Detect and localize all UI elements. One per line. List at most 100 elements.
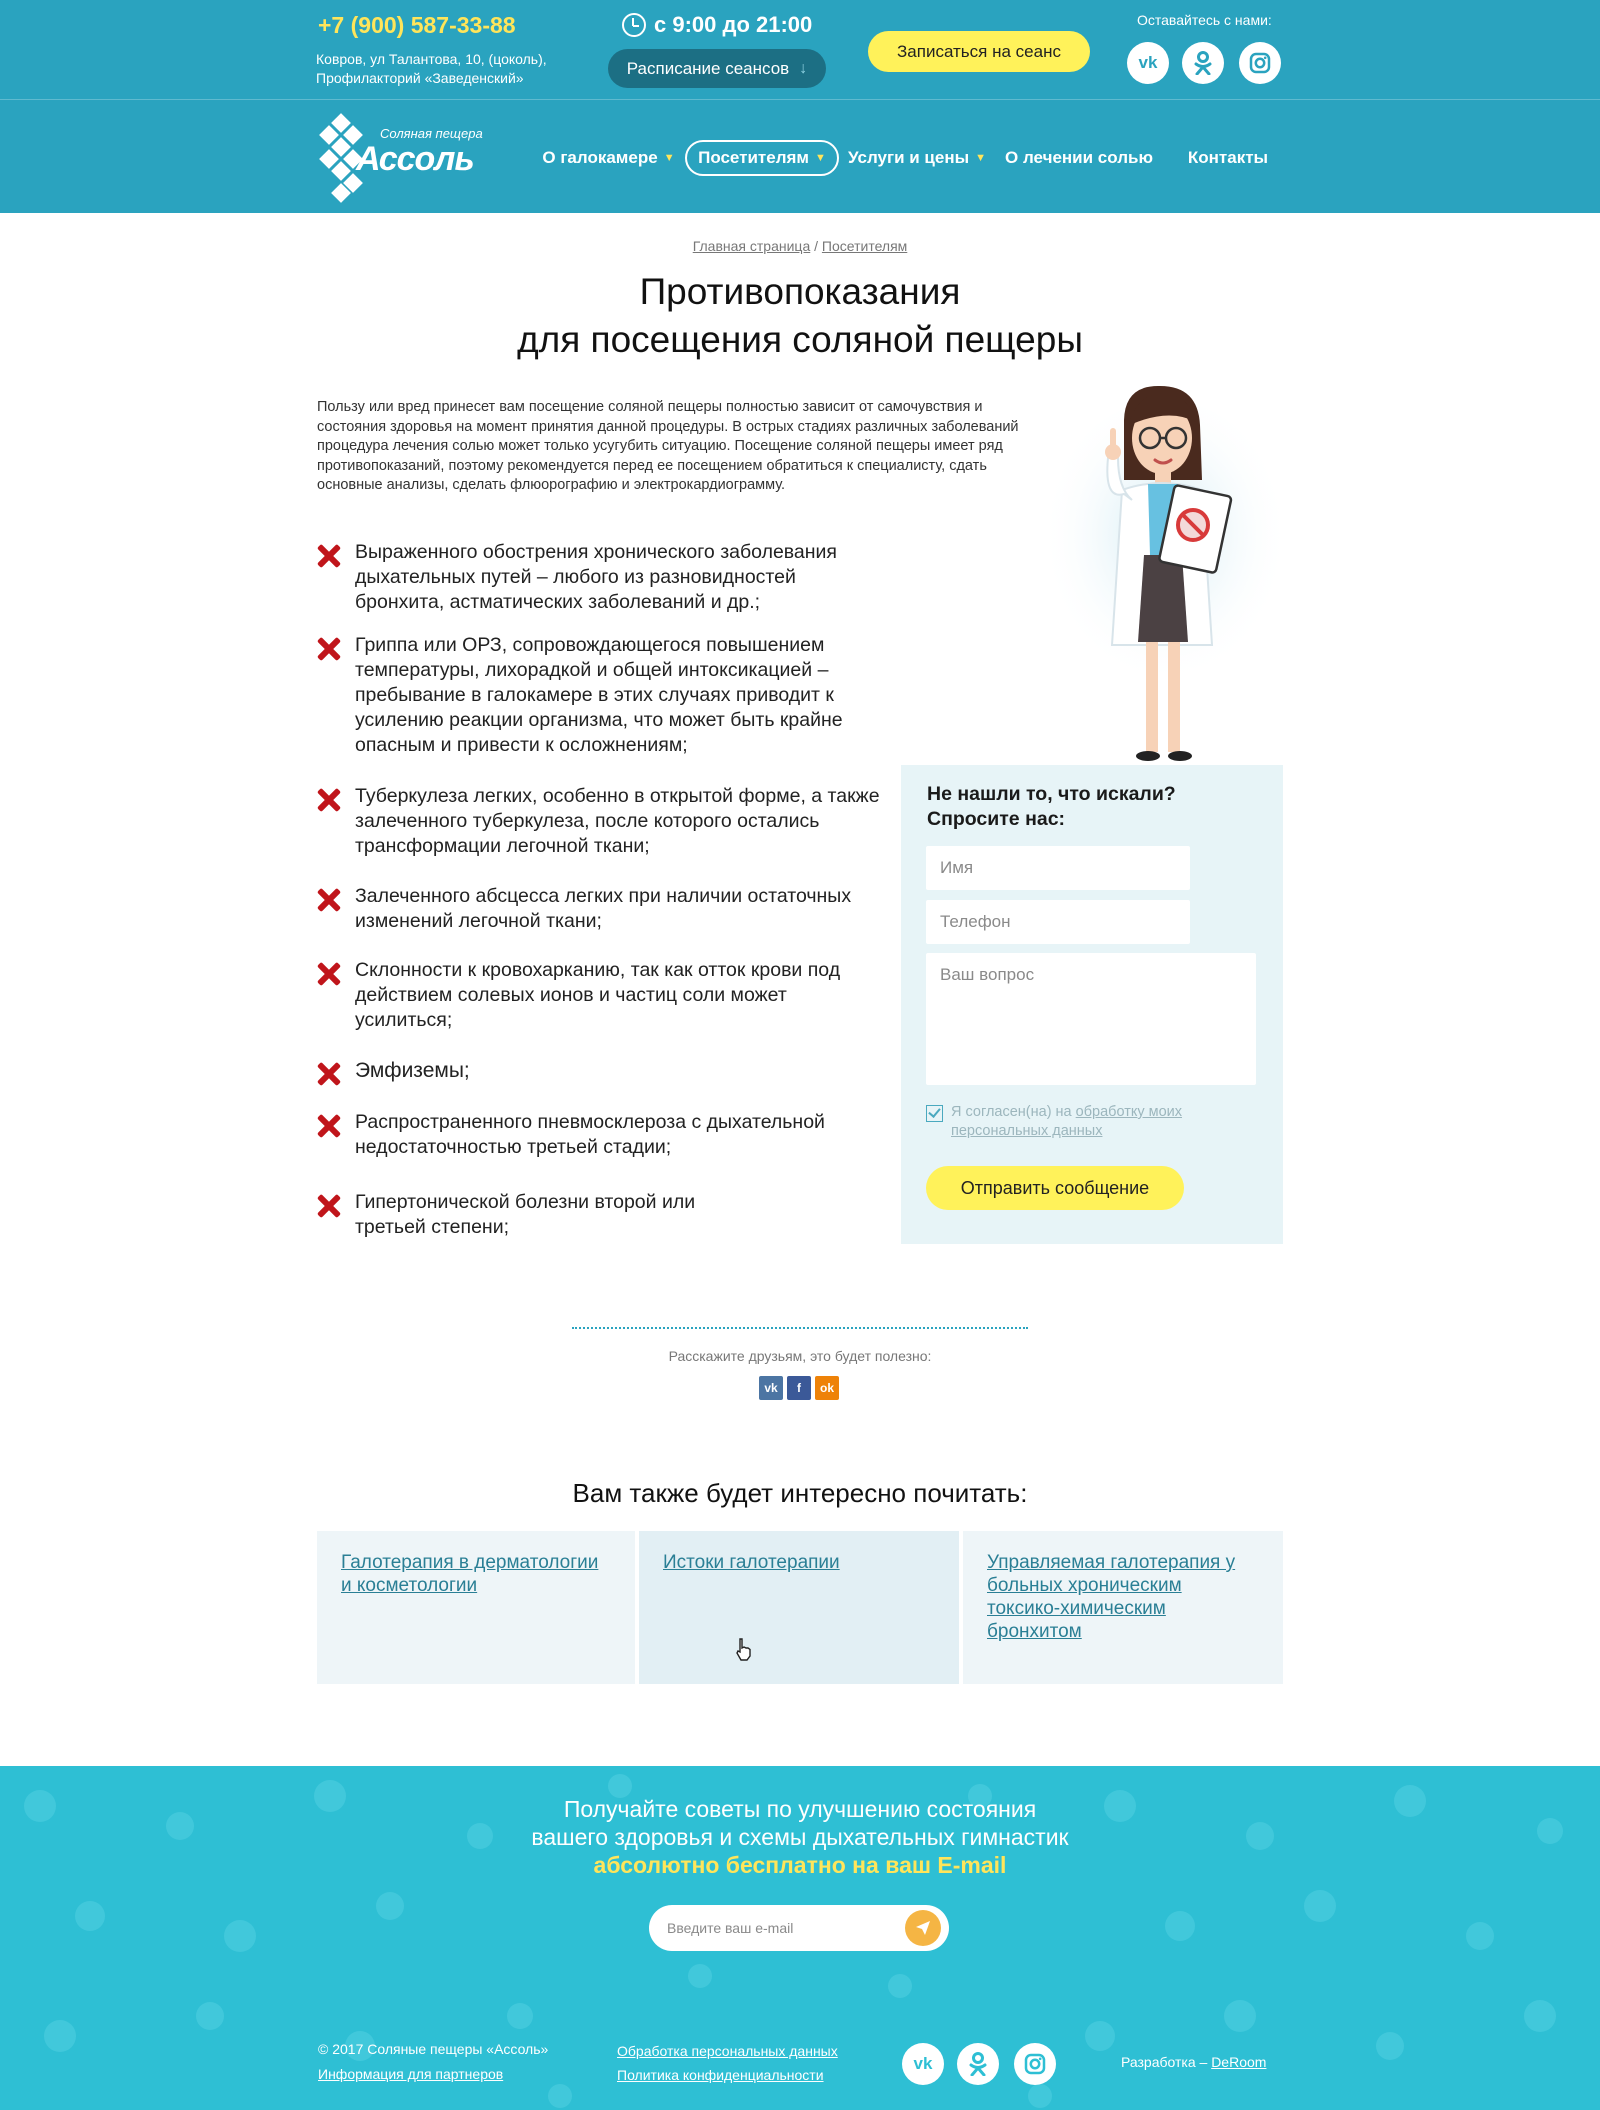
caret-down-icon: ▼ — [663, 152, 675, 164]
vk-icon[interactable]: vk — [1127, 42, 1169, 84]
hours-text: с 9:00 до 21:00 — [654, 12, 813, 37]
nav-item-halochamber[interactable]: О галокамере ▼ — [541, 140, 676, 176]
list-item: Гриппа или ОРЗ, сопровождающегося повыше… — [317, 633, 887, 758]
caret-down-icon: ▼ — [975, 152, 986, 164]
subscribe-line2: вашего здоровья и схемы дыхательных гимн… — [531, 1824, 1069, 1850]
cross-icon — [317, 888, 341, 912]
nav-item-visitors[interactable]: Посетителям ▼ — [685, 140, 839, 176]
nav-label: Услуги и цены — [848, 148, 970, 167]
cross-icon — [317, 1114, 341, 1138]
cross-icon — [317, 544, 341, 568]
consent-prefix: Я согласен(на) на — [951, 1104, 1076, 1120]
vk-icon[interactable]: vk — [902, 2043, 944, 2085]
cross-icon — [317, 788, 341, 812]
list-item: Гипертонической болезни второй или треть… — [317, 1190, 697, 1240]
doctor-illustration — [1040, 385, 1290, 761]
nav-label: Посетителям — [698, 148, 810, 167]
related-card: Управляемая галотерапия у больных хронич… — [963, 1531, 1283, 1684]
caret-down-icon: ▼ — [815, 152, 826, 164]
page-title-line2: для посещения соляной пещеры — [517, 319, 1083, 360]
partners-link[interactable]: Информация для партнеров — [318, 2066, 503, 2082]
subscribe-accent: абсолютно бесплатно на ваш E-mail — [593, 1852, 1007, 1878]
list-item-text: Гриппа или ОРЗ, сопровождающегося повыше… — [355, 634, 843, 756]
cross-icon — [317, 1062, 341, 1086]
working-hours: с 9:00 до 21:00 — [622, 12, 812, 38]
list-item-text: Залеченного абсцесса легких при наличии … — [355, 885, 852, 932]
odnoklassniki-icon[interactable] — [1182, 42, 1224, 84]
list-item: Выраженного обострения хронического забо… — [317, 540, 887, 615]
breadcrumb: Главная страница / Посетителям — [0, 238, 1600, 254]
nav-item-services[interactable]: Услуги и цены ▼ — [848, 140, 986, 176]
name-field[interactable] — [926, 846, 1190, 890]
consent-checkbox[interactable] — [926, 1105, 943, 1122]
nav-item-contacts[interactable]: Контакты — [1178, 140, 1278, 176]
privacy-link-wrap: Политика конфиденциальности — [617, 2067, 824, 2083]
vk-icon[interactable]: vk — [759, 1376, 783, 1400]
send-icon[interactable] — [905, 1910, 941, 1946]
related-link[interactable]: Галотерапия в дерматологии и косметологи… — [341, 1552, 598, 1596]
list-item: Залеченного абсцесса легких при наличии … — [317, 884, 887, 934]
related-link[interactable]: Истоки галотерапии — [663, 1552, 840, 1573]
question-field[interactable] — [926, 953, 1256, 1085]
schedule-button[interactable]: Расписание сеансов ↓ — [608, 49, 826, 88]
developer-prefix: Разработка – — [1121, 2054, 1212, 2070]
cross-icon — [317, 962, 341, 986]
phone-number[interactable]: +7 (900) 587-33-88 — [318, 12, 516, 39]
cross-icon — [317, 637, 341, 661]
top-bar: +7 (900) 587-33-88 Ковров, ул Талантова,… — [0, 0, 1600, 99]
breadcrumb-separator: / — [810, 238, 822, 254]
page-title-line1: Противопоказания — [639, 271, 961, 312]
clock-icon — [622, 13, 646, 37]
question-form: Не нашли то, что искали? Спросите нас: Я… — [901, 765, 1283, 1244]
intro-paragraph: Пользу или вред принесет вам посещение с… — [317, 399, 1019, 493]
logo-name: Ассоль — [356, 140, 475, 178]
personal-data-link[interactable]: Обработка персональных данных — [617, 2043, 838, 2059]
email-input[interactable] — [667, 1905, 897, 1951]
phone-field[interactable] — [926, 900, 1190, 944]
list-item-text: Распространенного пневмосклероза с дыхат… — [355, 1111, 825, 1158]
main-navigation: Соляная пещера Ассоль О галокамере ▼ Посе… — [0, 99, 1600, 213]
list-item: Склонности к кровохарканию, так как отто… — [317, 958, 887, 1033]
cross-icon — [317, 1194, 341, 1218]
email-form — [649, 1905, 949, 1951]
list-item: Туберкулеза легких, особенно в открытой … — [317, 784, 887, 859]
instagram-icon[interactable] — [1239, 42, 1281, 84]
signup-button[interactable]: Записаться на сеанс — [868, 31, 1090, 72]
privacy-link[interactable]: Политика конфиденциальности — [617, 2067, 824, 2083]
share-label: Расскажите друзьям, это будет полезно: — [668, 1348, 932, 1364]
developer-link[interactable]: DeRoom — [1211, 2054, 1266, 2070]
partners-link-wrap: Информация для партнеров — [318, 2066, 503, 2082]
send-message-button[interactable]: Отправить сообщение — [926, 1166, 1184, 1210]
breadcrumb-home[interactable]: Главная страница — [693, 238, 811, 254]
odnoklassniki-icon[interactable] — [957, 2043, 999, 2085]
logo-subtitle: Соляная пещера — [380, 126, 483, 141]
list-item-text: Склонности к кровохарканию, так как отто… — [355, 959, 841, 1031]
list-item-text: Гипертонической болезни второй или треть… — [355, 1191, 696, 1238]
related-link[interactable]: Управляемая галотерапия у больных хронич… — [987, 1552, 1235, 1642]
related-title: Вам также будет интересно почитать: — [572, 1478, 1028, 1508]
logo[interactable]: Соляная пещера Ассоль — [318, 113, 493, 204]
list-item-text: Эмфиземы; — [355, 1059, 470, 1082]
personal-data-link-wrap: Обработка персональных данных — [617, 2043, 838, 2059]
related-card: Истоки галотерапии — [639, 1531, 959, 1684]
facebook-icon[interactable]: f — [787, 1376, 811, 1400]
form-title: Не нашли то, что искали? Спросите нас: — [927, 783, 1176, 830]
copyright: © 2017 Соляные пещеры «Ассоль» — [318, 2041, 549, 2057]
developer-credit: Разработка – DeRoom — [1121, 2054, 1266, 2070]
schedule-button-label: Расписание сеансов — [626, 58, 790, 78]
page-title: Противопоказания для посещения соляной п… — [0, 268, 1600, 364]
follow-label: Оставайтесь с нами: — [1137, 12, 1272, 28]
list-item-text: Выраженного обострения хронического забо… — [355, 541, 837, 613]
nav-item-salt-treatment[interactable]: О лечении солью — [1004, 140, 1154, 176]
breadcrumb-current[interactable]: Посетителям — [822, 238, 907, 254]
related-card: Галотерапия в дерматологии и косметологи… — [317, 1531, 635, 1684]
share-buttons: vk f ok — [759, 1376, 839, 1400]
subscribe-line1: Получайте советы по улучшению состояния — [563, 1796, 1037, 1822]
hand-cursor-icon — [736, 1638, 751, 1661]
list-item: Распространенного пневмосклероза с дыхат… — [317, 1110, 887, 1160]
divider — [572, 1327, 1028, 1329]
instagram-icon[interactable] — [1014, 2043, 1056, 2085]
odnoklassniki-icon[interactable]: ok — [815, 1376, 839, 1400]
consent-text: Я согласен(на) на обработку моих персона… — [951, 1103, 1226, 1141]
list-item-text: Туберкулеза легких, особенно в открытой … — [355, 785, 880, 857]
